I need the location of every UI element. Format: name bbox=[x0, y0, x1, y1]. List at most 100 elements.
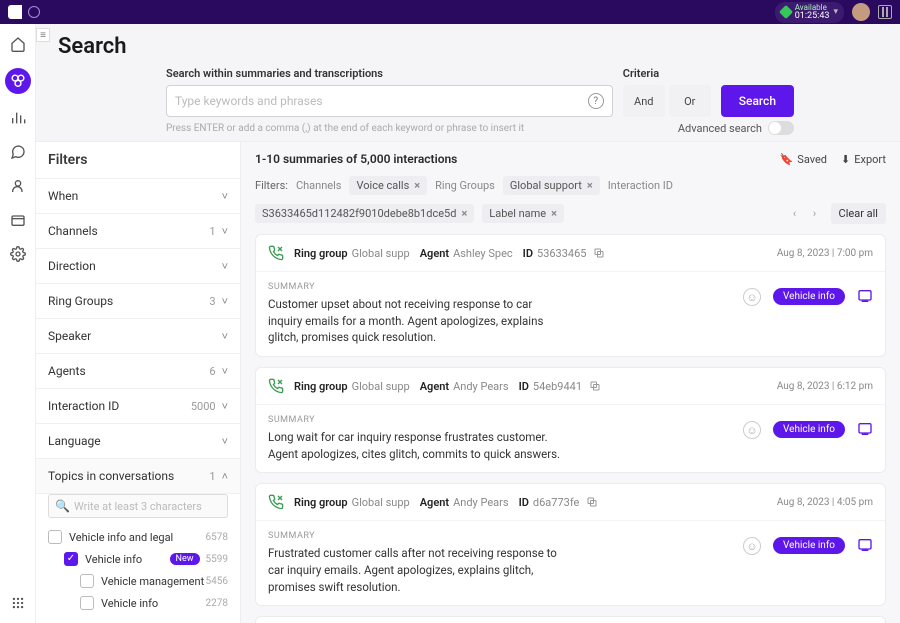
nav-settings[interactable] bbox=[8, 244, 28, 264]
topic-row[interactable]: Vehicle info2278 bbox=[48, 592, 228, 614]
criteria-or-button[interactable]: Or bbox=[669, 85, 711, 117]
topic-row[interactable]: Vehicle infoNew5599 bbox=[48, 548, 228, 570]
topic-row[interactable]: Vehicle info and legal 6578 bbox=[48, 526, 228, 548]
filter-speaker[interactable]: Speaker˅ bbox=[36, 319, 240, 354]
summary-text: Customer upset about not receiving respo… bbox=[268, 296, 568, 346]
filter-ring-groups[interactable]: Ring Groups3˅ bbox=[36, 284, 240, 319]
topic-tag[interactable]: Vehicle info bbox=[773, 421, 845, 438]
filter-topics-count: 1 bbox=[209, 470, 215, 483]
secondary-icon bbox=[28, 6, 40, 18]
topic-tag[interactable]: Vehicle info bbox=[773, 537, 845, 554]
page-next-button[interactable]: › bbox=[807, 206, 823, 222]
chip-channels[interactable]: Voice calls × bbox=[349, 176, 427, 195]
filter-label: When bbox=[48, 189, 78, 203]
transcript-icon[interactable] bbox=[857, 537, 873, 553]
nav-home[interactable] bbox=[8, 34, 28, 54]
close-icon[interactable]: × bbox=[551, 207, 557, 220]
collapse-sidebar-button[interactable]: ≡ bbox=[36, 28, 50, 42]
page-prev-button[interactable]: ‹ bbox=[787, 206, 803, 222]
filter-when[interactable]: When˅ bbox=[36, 179, 240, 214]
chevron-down-icon: ˅ bbox=[222, 365, 228, 378]
close-icon[interactable]: × bbox=[587, 179, 593, 192]
result-card[interactable]: Ring groupGlobal suppAgentAndy PearsIDd6… bbox=[255, 483, 886, 606]
filter-direction[interactable]: Direction˅ bbox=[36, 249, 240, 284]
topic-row[interactable]: Vehicle management5456 bbox=[48, 570, 228, 592]
filter-agents[interactable]: Agents6˅ bbox=[36, 354, 240, 389]
filter-count: 6 bbox=[209, 365, 215, 378]
filters-panel: Filters When˅Channels1˅Direction˅Ring Gr… bbox=[36, 142, 241, 623]
filter-label: Language bbox=[48, 434, 101, 448]
search-button[interactable]: Search bbox=[721, 85, 794, 117]
checkbox[interactable] bbox=[48, 530, 62, 544]
summary-text: Long wait for car inquiry response frust… bbox=[268, 429, 568, 462]
meta-agent: AgentAshley Spec bbox=[420, 247, 513, 260]
copy-icon[interactable] bbox=[596, 247, 605, 259]
chip-labelname[interactable]: Label name× bbox=[482, 204, 564, 223]
close-icon[interactable]: × bbox=[414, 179, 420, 192]
copy-icon[interactable] bbox=[592, 380, 601, 392]
filter-interaction-id[interactable]: Interaction ID5000˅ bbox=[36, 389, 240, 424]
transcript-icon[interactable] bbox=[857, 288, 873, 304]
filter-language[interactable]: Language ˅ bbox=[36, 424, 240, 459]
results-count: 1-10 summaries of 5,000 interactions bbox=[255, 152, 457, 166]
filter-label: Interaction ID bbox=[48, 399, 119, 413]
result-card[interactable]: Ring groupGlobal suppAgentAshley SpecID5… bbox=[255, 234, 886, 357]
copy-icon[interactable] bbox=[589, 496, 598, 508]
panel-toggle-icon[interactable] bbox=[878, 5, 892, 19]
meta-ring-group: Ring groupGlobal supp bbox=[294, 496, 410, 509]
chevron-down-icon: ˅ bbox=[222, 400, 228, 413]
topic-count: 6578 bbox=[206, 532, 228, 543]
checkbox[interactable] bbox=[64, 552, 78, 566]
filter-topics-label: Topics in conversations bbox=[48, 469, 174, 483]
result-card[interactable]: Ring groupGlobal suppAgentJordan JacID7e… bbox=[255, 616, 886, 623]
criteria-and-button[interactable]: And bbox=[623, 85, 665, 117]
help-icon[interactable]: ? bbox=[588, 93, 604, 109]
nav-analytics[interactable] bbox=[8, 108, 28, 128]
filter-topics[interactable]: Topics in conversations 1˄ bbox=[36, 459, 240, 494]
call-icon bbox=[268, 494, 284, 510]
advanced-search-toggle[interactable] bbox=[768, 121, 794, 135]
topic-tag[interactable]: Vehicle info bbox=[773, 288, 845, 305]
timestamp: Aug 8, 2023 | 4:05 pm bbox=[777, 497, 873, 508]
filter-label: Channels bbox=[48, 224, 98, 238]
search-input[interactable] bbox=[175, 94, 588, 108]
chip-interaction-label: Interaction ID bbox=[608, 179, 673, 192]
nav-folder[interactable] bbox=[8, 210, 28, 230]
close-icon[interactable]: × bbox=[461, 207, 467, 220]
nav-chat[interactable] bbox=[8, 142, 28, 162]
search-area: Search within summaries and transcriptio… bbox=[36, 63, 900, 141]
chip-ringgroups[interactable]: Global support× bbox=[503, 176, 600, 195]
checkbox[interactable] bbox=[80, 574, 94, 588]
search-input-wrap[interactable]: ? bbox=[166, 85, 613, 117]
topic-search-input-wrap[interactable]: 🔍 bbox=[48, 494, 228, 518]
topic-count: 2278 bbox=[206, 598, 228, 609]
transcript-icon[interactable] bbox=[857, 421, 873, 437]
topic-label: Vehicle info and legal bbox=[69, 531, 173, 544]
chevron-down-icon: ˅ bbox=[222, 330, 228, 343]
chevron-down-icon: ▾ bbox=[833, 7, 838, 17]
chip-interaction[interactable]: S3633465d112482f9010debe8b1dce5d × bbox=[255, 204, 474, 223]
checkbox[interactable] bbox=[80, 596, 94, 610]
export-button[interactable]: ⬇ Export bbox=[841, 153, 886, 166]
filter-channels[interactable]: Channels1˅ bbox=[36, 214, 240, 249]
meta-id: ID54eb9441 bbox=[519, 380, 582, 393]
summary-label: SUMMARY bbox=[268, 531, 731, 541]
availability-pill[interactable]: Available 01:25:43 ▾ bbox=[775, 2, 844, 23]
clear-all-button[interactable]: Clear all bbox=[831, 203, 886, 224]
meta-ring-group: Ring groupGlobal supp bbox=[294, 247, 410, 260]
saved-button[interactable]: 🔖 Saved bbox=[780, 153, 827, 166]
chevron-down-icon: ˅ bbox=[222, 435, 228, 448]
chevron-down-icon: ˅ bbox=[222, 225, 228, 238]
nav-search[interactable] bbox=[5, 68, 31, 94]
search-icon: 🔍 bbox=[55, 499, 70, 513]
chip-channels-value: Voice calls bbox=[356, 179, 409, 192]
meta-agent: AgentAndy Pears bbox=[420, 496, 509, 509]
result-card[interactable]: Ring groupGlobal suppAgentAndy PearsID54… bbox=[255, 367, 886, 473]
avatar[interactable] bbox=[852, 3, 870, 21]
chip-interaction-value: S3633465d112482f9010debe8b1dce5d bbox=[262, 207, 456, 220]
topic-search-input[interactable] bbox=[74, 500, 221, 513]
nav-apps[interactable] bbox=[8, 593, 28, 613]
export-label: Export bbox=[854, 153, 886, 166]
nav-person[interactable] bbox=[8, 176, 28, 196]
app-logo-icon bbox=[8, 5, 22, 19]
